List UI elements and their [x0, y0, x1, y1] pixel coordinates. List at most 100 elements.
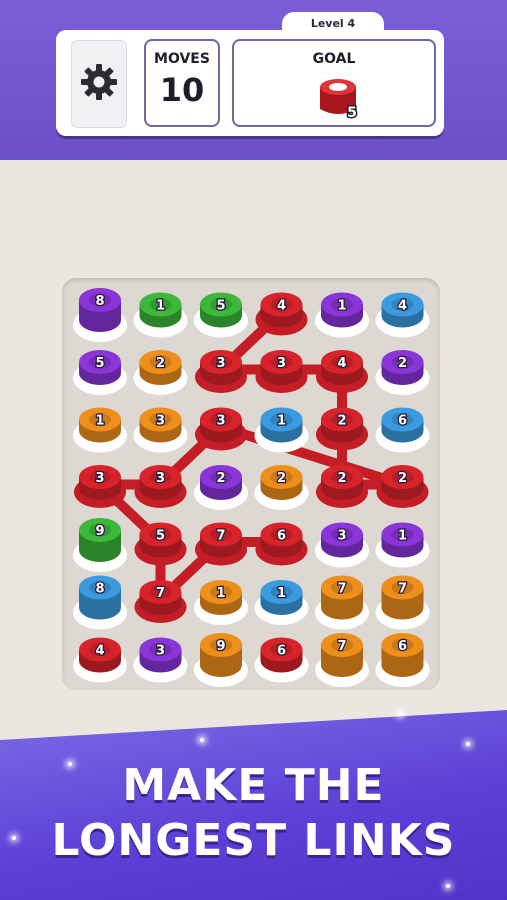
board-cell[interactable]: 7 [375, 575, 430, 630]
board-cell[interactable]: 6 [255, 522, 308, 566]
board-cell[interactable]: 3 [315, 522, 369, 568]
token-number: 1 [95, 414, 104, 429]
token-number: 1 [277, 586, 286, 601]
red-ring-token-icon: 5 [314, 75, 362, 123]
token-number: 1 [156, 299, 165, 314]
token-number: 6 [277, 644, 286, 659]
sparkle [200, 738, 204, 742]
goal-label: GOAL [312, 51, 356, 67]
sparkle [398, 712, 402, 716]
sparkle [466, 742, 470, 746]
token-number: 3 [156, 471, 165, 486]
token-number: 8 [95, 294, 104, 309]
token-number: 4 [337, 356, 346, 371]
token-number: 7 [337, 639, 346, 654]
token-number: 2 [398, 356, 407, 371]
board-cell[interactable]: 2 [375, 350, 430, 395]
token-number: 1 [216, 586, 225, 601]
token-number: 4 [398, 299, 407, 314]
board-cell[interactable]: 7 [195, 522, 247, 566]
token-number: 3 [216, 414, 225, 429]
token-number: 2 [156, 356, 165, 371]
board-cell[interactable]: 2 [316, 407, 368, 451]
token-number: 2 [337, 414, 346, 429]
board-cell[interactable]: 5 [134, 522, 187, 566]
board-cell[interactable]: 4 [375, 292, 430, 338]
token-number: 2 [337, 471, 346, 486]
tagline-line-1: MAKE THE [122, 760, 385, 811]
board-cell[interactable]: 2 [194, 465, 248, 510]
token-number: 7 [156, 586, 165, 601]
token-number: 1 [277, 414, 286, 429]
board-cell[interactable]: 8 [73, 575, 127, 630]
game-board: 8 1 5 4 1 4 5 2 3 3 4 2 1 3 3 1 2 6 3 3 2 2 2 2 9 5 7 6 3 1 8 7 1 1 7 7 4 3 9 6… [62, 278, 440, 690]
board-cell[interactable]: 7 [315, 575, 369, 630]
hud-panel: MOVES 10 GOAL 5 [56, 30, 444, 136]
token-number: 3 [337, 529, 346, 544]
board-cell[interactable]: 4 [255, 292, 308, 336]
board-cell[interactable]: 3 [133, 407, 188, 453]
board-cell[interactable]: 3 [74, 465, 126, 508]
goal-card: GOAL 5 [232, 39, 436, 127]
board-cell[interactable]: 1 [254, 407, 309, 453]
token-number: 3 [156, 414, 165, 429]
board-cell[interactable]: 1 [254, 580, 309, 625]
board-cell[interactable]: 9 [73, 518, 127, 572]
token-number: 4 [277, 299, 286, 314]
board-cell[interactable]: 1 [315, 292, 369, 338]
board-cell[interactable]: 1 [73, 407, 127, 453]
token-number: 5 [216, 299, 225, 314]
board-cell[interactable]: 4 [316, 350, 368, 393]
token-number: 1 [398, 529, 407, 544]
board-cell[interactable]: 2 [376, 465, 429, 508]
token-number: 3 [216, 356, 225, 371]
board-cell[interactable]: 3 [195, 407, 247, 451]
board-cell[interactable]: 2 [133, 350, 188, 395]
board-cell[interactable]: 5 [194, 292, 248, 338]
board-cell[interactable]: 1 [133, 292, 188, 338]
board-cell[interactable]: 3 [195, 350, 247, 393]
token-number: 2 [398, 471, 407, 486]
token-number: 5 [156, 529, 165, 544]
moves-value: 10 [159, 71, 205, 109]
goal-count: 5 [347, 105, 357, 121]
token-number: 7 [398, 582, 407, 597]
board-cell[interactable]: 7 [134, 580, 187, 623]
token-number: 4 [95, 644, 104, 659]
token-number: 9 [216, 639, 225, 654]
token-number: 6 [277, 529, 286, 544]
board-cell[interactable]: 2 [254, 465, 309, 510]
token-number: 2 [277, 471, 286, 486]
token-number: 5 [95, 356, 104, 371]
board-cell[interactable]: 9 [194, 633, 248, 687]
board-cell[interactable]: 7 [315, 633, 369, 687]
token-number: 9 [95, 524, 104, 539]
board-canvas: 8 1 5 4 1 4 5 2 3 3 4 2 1 3 3 1 2 6 3 3 2 2 2 2 9 5 7 6 3 1 8 7 1 1 7 7 4 3 9 6… [73, 288, 430, 687]
token-number: 3 [277, 356, 286, 371]
token-number: 6 [398, 639, 407, 654]
token-number: 3 [95, 471, 104, 486]
board-cell[interactable]: 3 [255, 350, 308, 393]
board-cell[interactable]: 1 [375, 522, 430, 568]
sparkle [446, 884, 450, 888]
token-number: 7 [337, 582, 346, 597]
board-cell[interactable]: 6 [375, 407, 430, 453]
gear-icon [79, 62, 119, 106]
token-number: 3 [156, 644, 165, 659]
token-number: 8 [95, 582, 104, 597]
board-cell[interactable]: 4 [73, 637, 127, 683]
board-cell[interactable]: 2 [316, 465, 368, 508]
board-cell[interactable]: 3 [133, 637, 188, 683]
link-segment [216, 422, 408, 490]
moves-label: MOVES [154, 51, 210, 67]
token-number: 6 [398, 414, 407, 429]
settings-button[interactable] [71, 40, 127, 128]
board-cell[interactable]: 3 [134, 465, 187, 508]
board-cell[interactable]: 5 [73, 350, 127, 395]
board-cell[interactable]: 6 [375, 633, 430, 687]
moves-card: MOVES 10 [144, 39, 220, 127]
token-number: 1 [337, 299, 346, 314]
board-cell[interactable]: 1 [194, 580, 248, 625]
board-cell[interactable]: 8 [73, 288, 127, 342]
board-cell[interactable]: 6 [254, 637, 309, 683]
